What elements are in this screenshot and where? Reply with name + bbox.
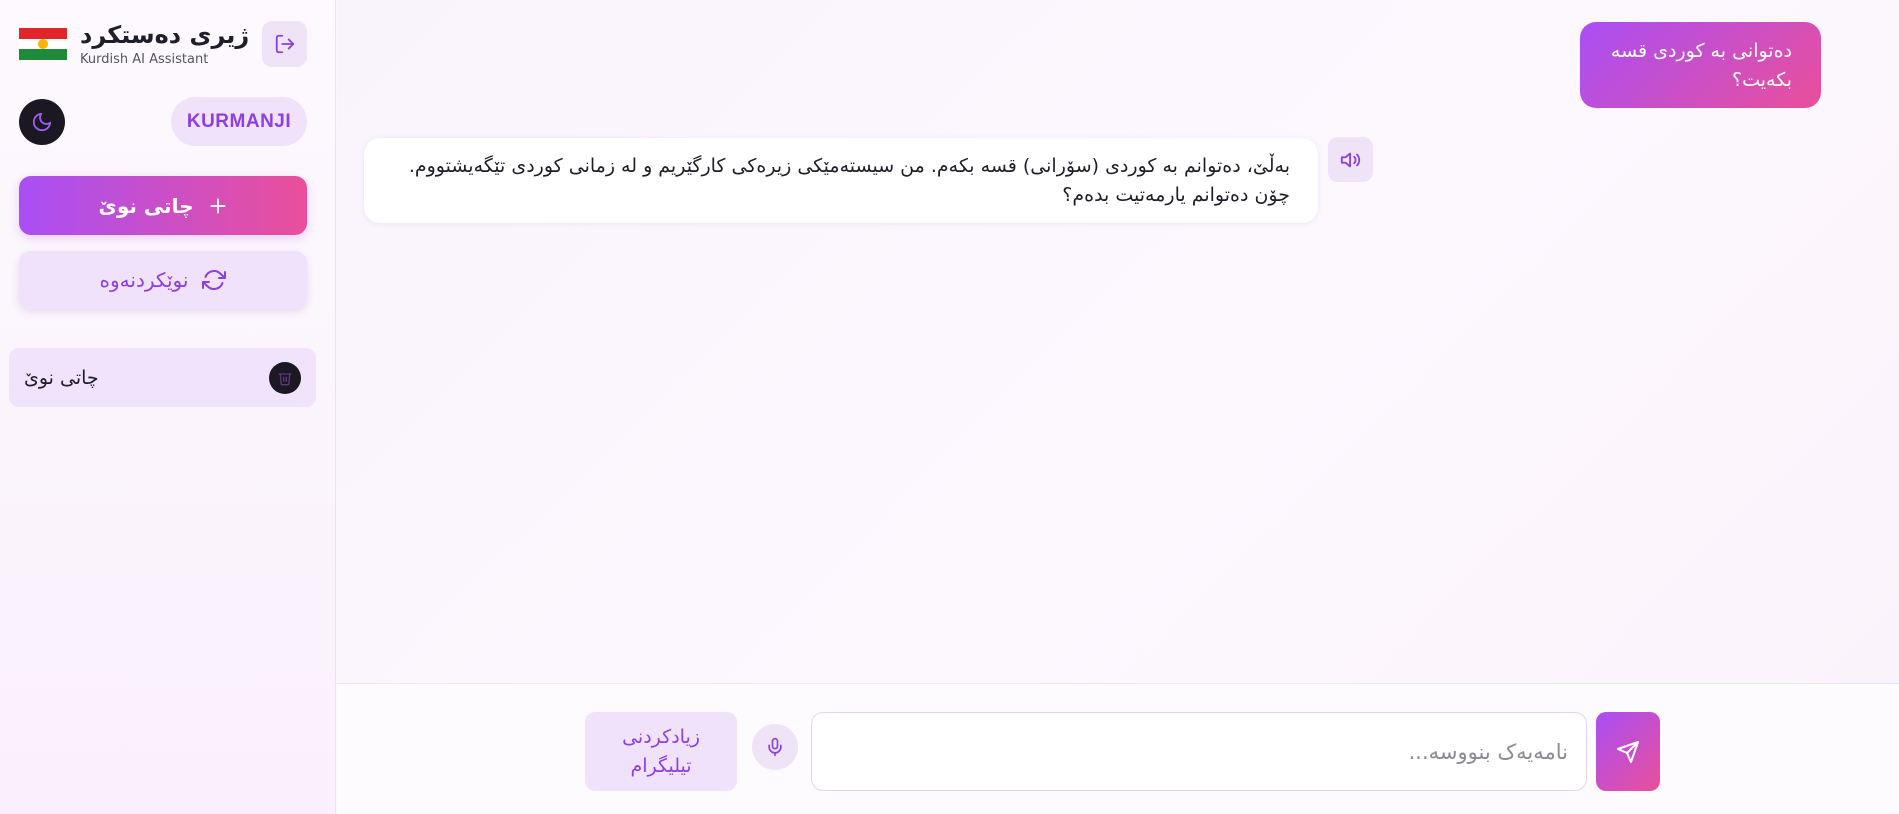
send-icon bbox=[1616, 740, 1640, 764]
delete-chat-button[interactable] bbox=[269, 361, 301, 394]
brand: ژیری دەستکرد Kurdish AI Assistant bbox=[19, 21, 250, 68]
add-telegram-button[interactable]: زیادکردنی تیلیگرام bbox=[585, 712, 737, 791]
sidebar: ژیری دەستکرد Kurdish AI Assistant KURMAN… bbox=[0, 0, 336, 814]
moon-icon bbox=[31, 111, 53, 133]
refresh-label: نوێکردنەوە bbox=[99, 268, 189, 292]
kurdistan-flag-icon bbox=[19, 28, 67, 60]
app-title: ژیری دەستکرد bbox=[80, 21, 250, 49]
voice-input-button[interactable] bbox=[752, 724, 798, 770]
assistant-message: بەڵێ، دەتوانم بە کوردی (سۆرانی) قسە بکەم… bbox=[364, 138, 1318, 223]
refresh-icon bbox=[202, 268, 227, 292]
chat-list-item[interactable]: چاتی نوێ bbox=[9, 348, 316, 407]
logout-button[interactable] bbox=[262, 21, 307, 67]
language-selector[interactable]: KURMANJI bbox=[171, 97, 307, 146]
speak-message-button[interactable] bbox=[1328, 137, 1373, 182]
logout-icon bbox=[274, 33, 296, 55]
microphone-icon bbox=[765, 737, 785, 757]
user-message: دەتوانی بە کوردی قسە بکەیت؟ bbox=[1580, 22, 1821, 108]
theme-toggle-button[interactable] bbox=[19, 99, 65, 145]
speaker-icon bbox=[1340, 149, 1362, 171]
plus-icon bbox=[208, 196, 228, 216]
new-chat-button[interactable]: چاتی نوێ bbox=[19, 176, 307, 235]
message-input[interactable] bbox=[811, 712, 1587, 791]
app-subtitle: Kurdish AI Assistant bbox=[80, 51, 209, 67]
new-chat-label: چاتی نوێ bbox=[98, 193, 194, 218]
send-button[interactable] bbox=[1596, 712, 1660, 791]
trash-icon bbox=[277, 370, 293, 386]
chat-item-title: چاتی نوێ bbox=[24, 366, 99, 389]
refresh-button[interactable]: نوێکردنەوە bbox=[19, 251, 307, 309]
